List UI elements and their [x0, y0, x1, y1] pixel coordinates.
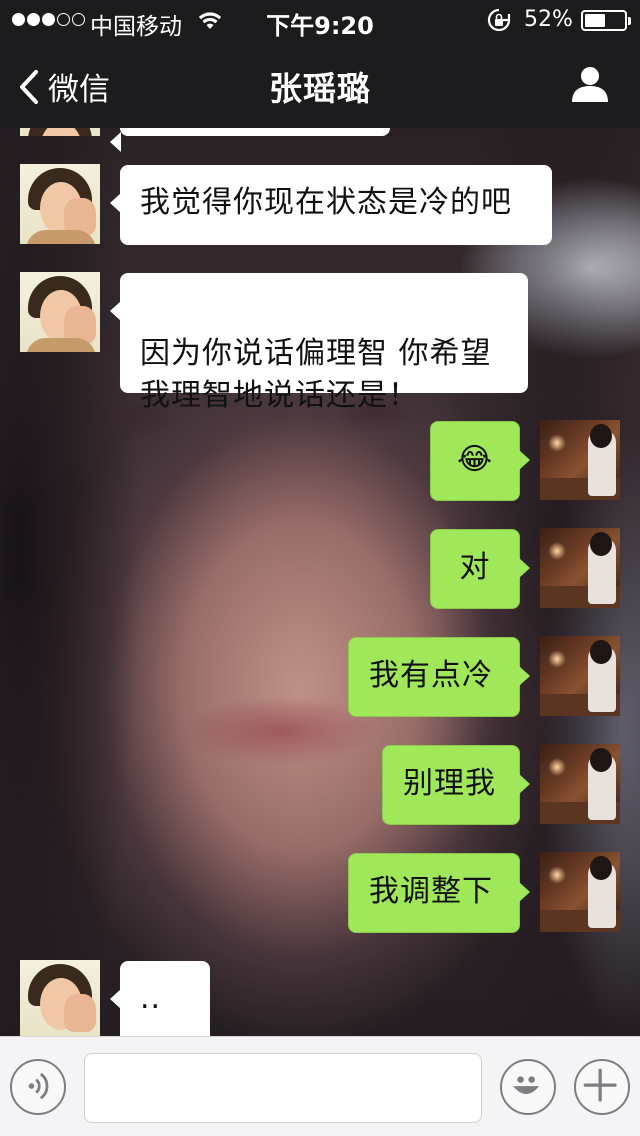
message-bubble-incoming[interactable]: 我觉得你现在状态是冷的吧 — [110, 165, 552, 245]
my-avatar[interactable] — [540, 528, 620, 608]
battery-icon — [581, 10, 631, 31]
add-button[interactable] — [574, 1059, 630, 1115]
status-bar: 中国移动 下午9:20 52% — [0, 0, 640, 40]
voice-icon — [28, 1072, 49, 1100]
my-avatar[interactable] — [540, 420, 620, 500]
message-bubble-outgoing[interactable]: 我调整下 — [348, 853, 530, 933]
message-bubble-incoming[interactable]: 因为你说话偏理智 你希望 我理智地说话还是！ — [110, 273, 528, 413]
contact-avatar[interactable] — [20, 960, 100, 1036]
voice-button[interactable] — [10, 1059, 66, 1115]
contact-avatar[interactable] — [20, 272, 100, 352]
message-bubble-outgoing[interactable]: 我有点冷 — [348, 637, 530, 717]
battery-fill — [585, 14, 605, 27]
my-avatar[interactable] — [540, 852, 620, 932]
rotation-lock-icon — [487, 8, 511, 32]
message-text: 别理我 — [403, 766, 496, 801]
message-text: 我调整下 — [369, 874, 493, 909]
message-bubble-outgoing[interactable]: 😂 — [430, 421, 530, 501]
battery-percent: 52% — [524, 7, 573, 32]
emoji-laughing-crying: 😂 — [456, 442, 494, 477]
chat-title: 张瑶璐 — [269, 69, 371, 108]
message-text: 对 — [459, 550, 491, 585]
my-avatar[interactable] — [540, 744, 620, 824]
plus-icon — [583, 1068, 617, 1102]
message-bubble-outgoing[interactable]: 别理我 — [382, 745, 530, 825]
emoji-icon — [513, 1076, 540, 1094]
top-bar: 中国移动 下午9:20 52% 微信 张瑶璐 — [0, 0, 640, 128]
navigation-bar: 微信 张瑶璐 — [0, 40, 640, 128]
message-bubble-outgoing[interactable]: 对 — [430, 529, 530, 609]
person-icon[interactable] — [570, 64, 610, 104]
message-text: .. — [140, 981, 162, 1016]
message-input[interactable] — [84, 1053, 482, 1123]
emoji-button[interactable] — [500, 1059, 556, 1115]
message-text: 我觉得你现在状态是冷的吧 — [140, 185, 512, 220]
input-bar — [0, 1036, 640, 1136]
my-avatar[interactable] — [540, 636, 620, 716]
message-text: 我有点冷 — [369, 658, 493, 693]
contact-avatar[interactable] — [20, 164, 100, 244]
message-bubble-incoming[interactable]: .. — [110, 961, 210, 1036]
